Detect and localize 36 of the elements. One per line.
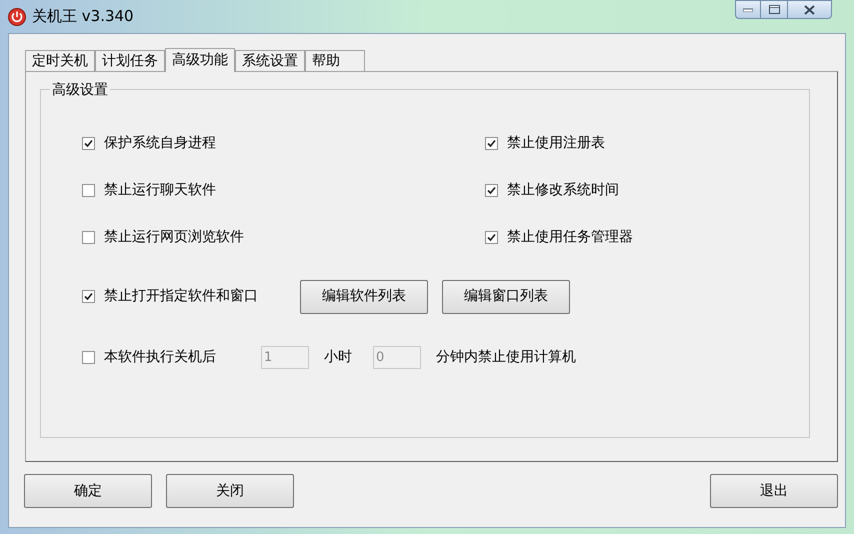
maximize-button[interactable] xyxy=(761,0,787,19)
checkbox-label: 禁止修改系统时间 xyxy=(507,181,619,200)
tab[interactable]: 定时关机 xyxy=(25,50,95,71)
close-button[interactable] xyxy=(787,0,832,19)
checkbox-label: 禁止使用注册表 xyxy=(507,134,605,153)
checkbox[interactable] xyxy=(82,351,95,364)
tab[interactable]: 系统设置 xyxy=(235,50,305,71)
push-button[interactable]: 关闭 xyxy=(166,474,294,508)
checkbox[interactable] xyxy=(82,290,95,303)
checkbox[interactable] xyxy=(82,231,95,244)
maximize-icon xyxy=(768,5,780,14)
push-button[interactable]: 编辑软件列表 xyxy=(300,280,428,314)
checkbox-label: 禁止打开指定软件和窗口 xyxy=(104,287,258,306)
close-icon xyxy=(804,4,815,14)
push-button[interactable]: 确定 xyxy=(24,474,152,508)
tab[interactable]: 计划任务 xyxy=(95,50,165,71)
suffix-label: 分钟内禁止使用计算机 xyxy=(436,348,576,367)
checkbox[interactable] xyxy=(82,137,95,150)
push-button[interactable]: 退出 xyxy=(710,474,838,508)
minimize-button[interactable] xyxy=(735,0,761,19)
checkbox[interactable] xyxy=(82,184,95,197)
unit-label: 小时 xyxy=(324,348,353,367)
window-title: 关机王 v3.340 xyxy=(32,6,134,28)
checkbox-label: 禁止运行聊天软件 xyxy=(104,181,216,200)
minimize-icon xyxy=(743,8,753,12)
checkbox-label: 保护系统自身进程 xyxy=(104,134,216,153)
checkbox-label: 禁止使用任务管理器 xyxy=(507,228,633,247)
checkbox[interactable] xyxy=(485,137,498,150)
push-button[interactable]: 编辑窗口列表 xyxy=(442,280,570,314)
checkbox-label: 本软件执行关机后 xyxy=(104,348,216,367)
checkbox[interactable] xyxy=(485,231,498,244)
tab[interactable]: 高级功能 xyxy=(165,48,235,72)
tab[interactable]: 帮助 xyxy=(305,50,365,71)
checkbox-label: 禁止运行网页浏览软件 xyxy=(104,228,244,247)
checkbox[interactable] xyxy=(485,184,498,197)
power-icon xyxy=(8,8,26,26)
